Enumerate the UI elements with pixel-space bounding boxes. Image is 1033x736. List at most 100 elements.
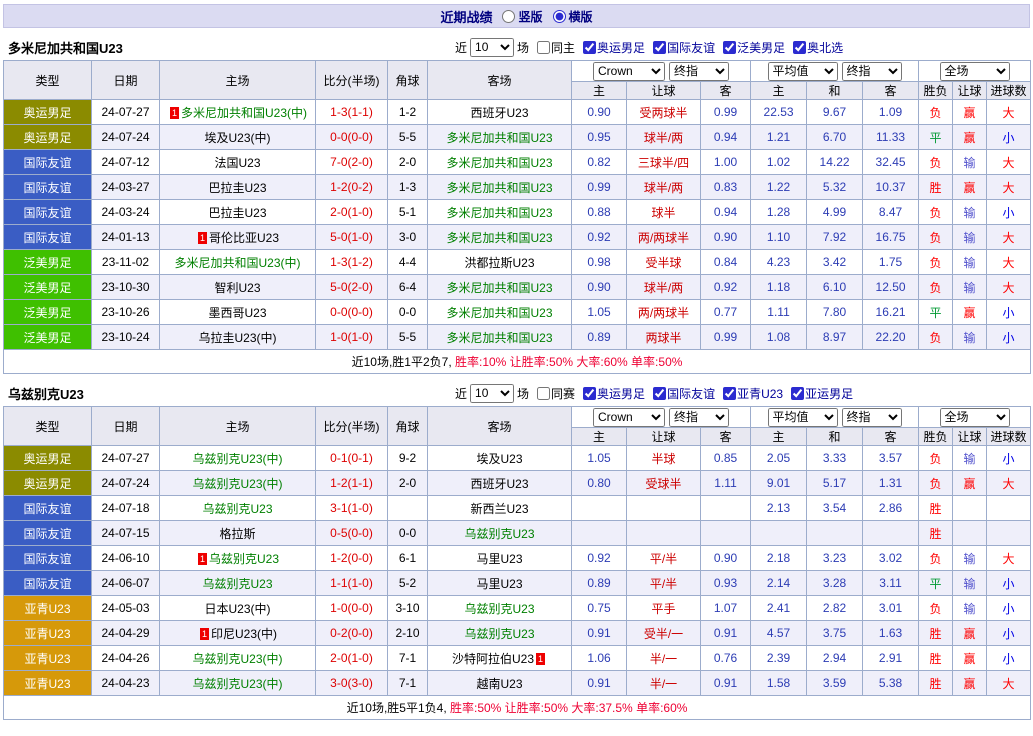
competition-filter-checkbox[interactable]: 奥北选 <box>788 39 843 56</box>
score-cell[interactable]: 1-3(1-2) <box>316 250 388 275</box>
away-team-cell[interactable]: 马里U23 <box>428 546 572 571</box>
same-filter-input[interactable] <box>537 41 550 54</box>
handicap-odds-stage-select[interactable]: 终指 <box>669 62 729 81</box>
competition-filter-input[interactable] <box>723 41 736 54</box>
home-team-cell[interactable]: 乌兹别克U23(中) <box>160 671 316 696</box>
competition-filter-input[interactable] <box>791 387 804 400</box>
score-cell[interactable]: 0-0(0-0) <box>316 125 388 150</box>
home-team-cell[interactable]: 巴拉圭U23 <box>160 200 316 225</box>
away-team-cell[interactable]: 马里U23 <box>428 571 572 596</box>
home-team-cell[interactable]: 乌兹别克U23 <box>160 571 316 596</box>
away-team-cell[interactable]: 多米尼加共和国U23 <box>428 175 572 200</box>
score-cell[interactable]: 2-0(1-0) <box>316 646 388 671</box>
away-team-cell[interactable]: 多米尼加共和国U23 <box>428 125 572 150</box>
home-team-cell[interactable]: 乌兹别克U23 <box>160 496 316 521</box>
scope-select[interactable]: 全场 <box>940 408 1010 427</box>
score-cell[interactable]: 0-2(0-0) <box>316 621 388 646</box>
away-team-cell[interactable]: 西班牙U23 <box>428 100 572 125</box>
away-team-cell[interactable]: 乌兹别克U23 <box>428 621 572 646</box>
home-team-cell[interactable]: 1哥伦比亚U23 <box>160 225 316 250</box>
score-cell[interactable]: 1-0(1-0) <box>316 325 388 350</box>
home-team-cell[interactable]: 乌兹别克U23(中) <box>160 471 316 496</box>
away-team-cell[interactable]: 乌兹别克U23 <box>428 596 572 621</box>
home-team-cell[interactable]: 乌兹别克U23(中) <box>160 646 316 671</box>
scope-select[interactable]: 全场 <box>940 62 1010 81</box>
same-filter-checkbox[interactable]: 同主 <box>532 39 575 56</box>
home-team-cell[interactable]: 日本U23(中) <box>160 596 316 621</box>
score-cell[interactable]: 0-0(0-0) <box>316 300 388 325</box>
competition-filter-input[interactable] <box>793 41 806 54</box>
average-source-select[interactable]: 平均值 <box>768 62 838 81</box>
away-team-cell[interactable]: 新西兰U23 <box>428 496 572 521</box>
home-team-cell[interactable]: 埃及U23(中) <box>160 125 316 150</box>
score-cell[interactable]: 0-1(0-1) <box>316 446 388 471</box>
home-team-cell[interactable]: 墨西哥U23 <box>160 300 316 325</box>
away-team-cell[interactable]: 多米尼加共和国U23 <box>428 150 572 175</box>
layout-radio-vertical[interactable]: 竖版 <box>502 8 542 25</box>
recent-count-select[interactable]: 10 <box>470 38 514 57</box>
score-cell[interactable]: 5-0(1-0) <box>316 225 388 250</box>
handicap-odds-stage-select[interactable]: 终指 <box>669 408 729 427</box>
bookmaker-select[interactable]: Crown <box>593 62 665 81</box>
home-team-cell[interactable]: 1乌兹别克U23 <box>160 546 316 571</box>
away-team-cell[interactable]: 沙特阿拉伯U231 <box>428 646 572 671</box>
vertical-radio-input[interactable] <box>502 10 515 23</box>
competition-filter-input[interactable] <box>653 41 666 54</box>
away-team-cell[interactable]: 多米尼加共和国U23 <box>428 275 572 300</box>
home-team-cell[interactable]: 巴拉圭U23 <box>160 175 316 200</box>
competition-filter-checkbox[interactable]: 国际友谊 <box>648 385 715 402</box>
home-team-cell[interactable]: 乌兹别克U23(中) <box>160 446 316 471</box>
layout-radio-horizontal[interactable]: 横版 <box>553 8 593 25</box>
home-team-cell[interactable]: 乌拉圭U23(中) <box>160 325 316 350</box>
average-source-select[interactable]: 平均值 <box>768 408 838 427</box>
competition-filter-checkbox[interactable]: 亚运男足 <box>786 385 853 402</box>
away-team-cell[interactable]: 多米尼加共和国U23 <box>428 300 572 325</box>
same-filter-input[interactable] <box>537 387 550 400</box>
score-cell[interactable]: 5-0(2-0) <box>316 275 388 300</box>
away-team-cell[interactable]: 乌兹别克U23 <box>428 521 572 546</box>
competition-filter-input[interactable] <box>583 387 596 400</box>
score-cell[interactable]: 3-1(1-0) <box>316 496 388 521</box>
competition-filter-checkbox[interactable]: 奥运男足 <box>578 385 645 402</box>
score-cell[interactable]: 2-0(1-0) <box>316 200 388 225</box>
europe-odds-stage-select[interactable]: 终指 <box>842 408 902 427</box>
away-team-cell[interactable]: 西班牙U23 <box>428 471 572 496</box>
recent-count-select[interactable]: 10 <box>470 384 514 403</box>
competition-filter-input[interactable] <box>583 41 596 54</box>
score-cell[interactable]: 0-5(0-0) <box>316 521 388 546</box>
home-team-cell[interactable]: 智利U23 <box>160 275 316 300</box>
score-cell[interactable]: 1-1(1-0) <box>316 571 388 596</box>
euro-home-odds-cell <box>751 521 807 546</box>
away-team-cell[interactable]: 越南U23 <box>428 671 572 696</box>
score-cell[interactable]: 1-2(0-2) <box>316 175 388 200</box>
away-team-cell[interactable]: 埃及U23 <box>428 446 572 471</box>
score-cell[interactable]: 1-0(0-0) <box>316 596 388 621</box>
rank-badge: 1 <box>170 107 179 119</box>
horizontal-radio-input[interactable] <box>553 10 566 23</box>
away-team-cell[interactable]: 洪都拉斯U23 <box>428 250 572 275</box>
home-team-cell[interactable]: 1多米尼加共和国U23(中) <box>160 100 316 125</box>
away-team-cell[interactable]: 多米尼加共和国U23 <box>428 200 572 225</box>
europe-odds-stage-select[interactable]: 终指 <box>842 62 902 81</box>
competition-filter-input[interactable] <box>723 387 736 400</box>
score-cell[interactable]: 1-3(1-1) <box>316 100 388 125</box>
away-team-cell[interactable]: 多米尼加共和国U23 <box>428 325 572 350</box>
home-team-cell[interactable]: 多米尼加共和国U23(中) <box>160 250 316 275</box>
competition-filter-input[interactable] <box>653 387 666 400</box>
bookmaker-select[interactable]: Crown <box>593 408 665 427</box>
competition-filter-checkbox[interactable]: 奥运男足 <box>578 39 645 56</box>
competition-filter-checkbox[interactable]: 国际友谊 <box>648 39 715 56</box>
handicap-line-cell: 球半/两 <box>627 275 701 300</box>
away-team-cell[interactable]: 多米尼加共和国U23 <box>428 225 572 250</box>
same-filter-checkbox[interactable]: 同赛 <box>532 385 575 402</box>
home-team-cell[interactable]: 法国U23 <box>160 150 316 175</box>
score-cell[interactable]: 7-0(2-0) <box>316 150 388 175</box>
score-cell[interactable]: 1-2(0-0) <box>316 546 388 571</box>
home-team-cell[interactable]: 1印尼U23(中) <box>160 621 316 646</box>
competition-filter-checkbox[interactable]: 泛美男足 <box>718 39 785 56</box>
home-team-cell[interactable]: 格拉斯 <box>160 521 316 546</box>
score-cell[interactable]: 1-2(1-1) <box>316 471 388 496</box>
competition-filter-checkbox[interactable]: 亚青U23 <box>718 385 783 402</box>
score-cell[interactable]: 3-0(3-0) <box>316 671 388 696</box>
corner-cell: 1-3 <box>388 175 428 200</box>
